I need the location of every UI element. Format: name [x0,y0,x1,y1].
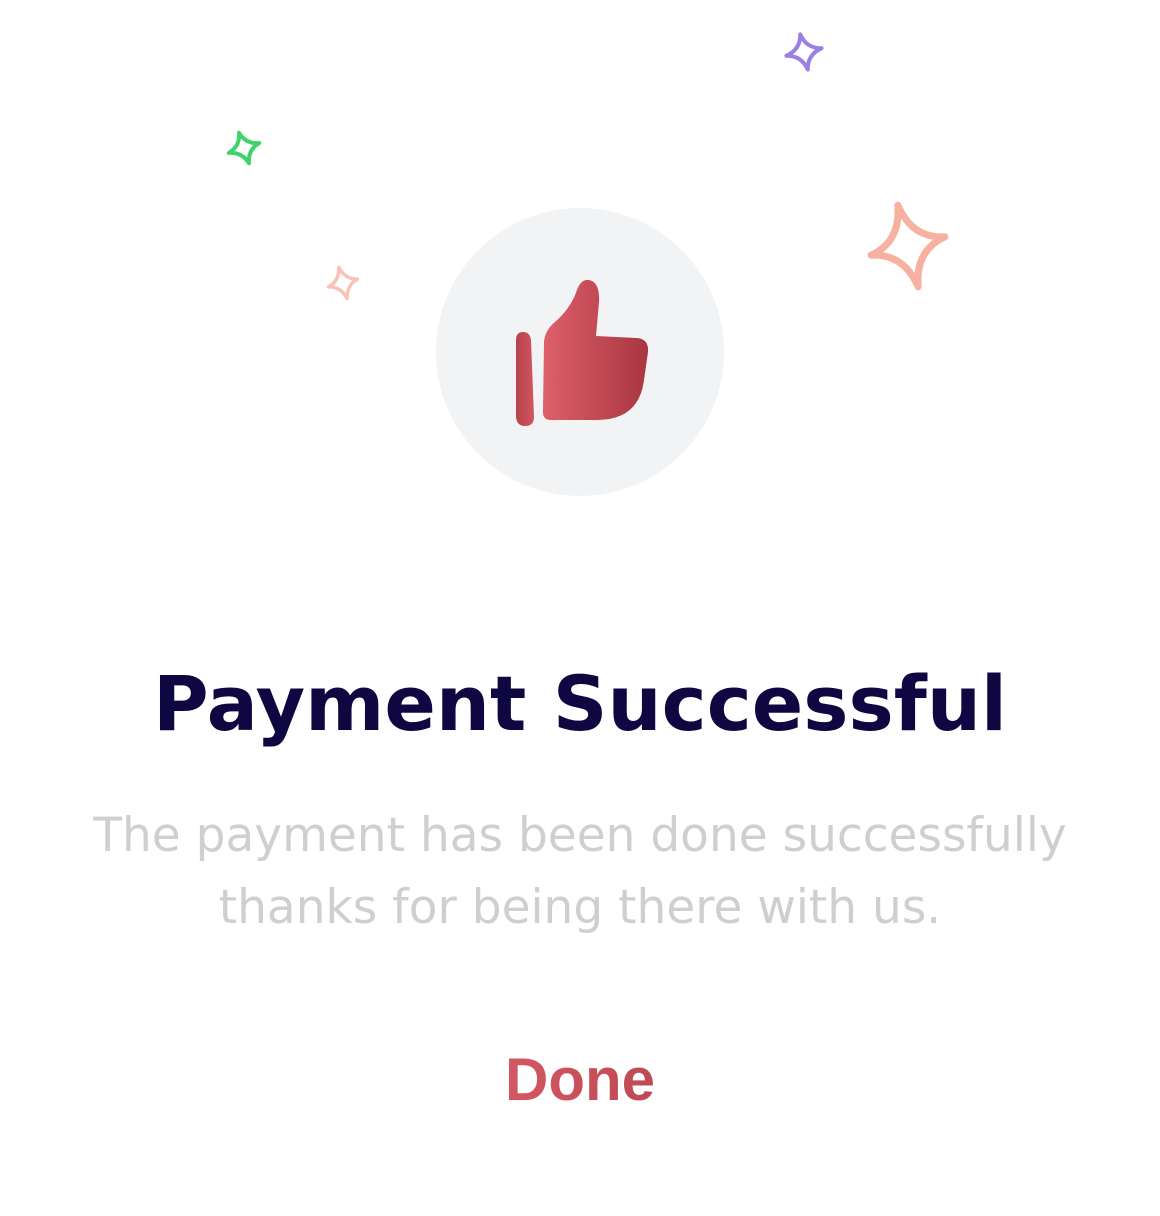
success-message-line-2: thanks for being there with us. [218,880,942,935]
page-title: Payment Successful [153,659,1007,748]
sparkle-icon [226,130,262,166]
sparkle-icon [784,32,824,72]
sparkle-icon [867,201,949,291]
done-button[interactable]: Done [430,1040,730,1120]
sparkle-icon [326,265,360,301]
thumbs-up-icon [516,279,649,426]
success-message-line-1: The payment has been done successfully [93,808,1067,863]
success-message: The payment has been done successfully t… [60,800,1100,944]
